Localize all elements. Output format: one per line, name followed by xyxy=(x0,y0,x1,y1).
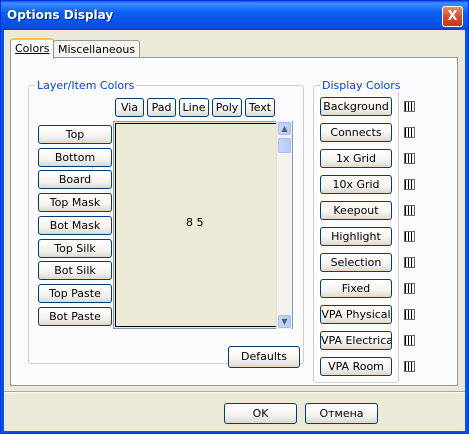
tab-miscellaneous-label: Miscellaneous xyxy=(58,43,136,56)
display-button-vpa-room[interactable]: VPA Room xyxy=(320,357,392,376)
keepout-color-swatch[interactable] xyxy=(404,205,415,216)
layer-item-colors-group: Layer/Item Colors Via Pad Line Poly Text… xyxy=(28,79,304,364)
layer-item-colors-legend: Layer/Item Colors xyxy=(35,79,137,92)
colors-tab-panel: Layer/Item Colors Via Pad Line Poly Text… xyxy=(10,57,458,386)
line-header-button[interactable]: Line xyxy=(179,98,209,117)
layer-button-bot-silk[interactable]: Bot Silk xyxy=(38,261,112,280)
ok-button[interactable]: OK xyxy=(224,403,297,424)
display-button-highlight[interactable]: Highlight xyxy=(320,227,392,246)
fixed-color-swatch[interactable] xyxy=(404,283,415,294)
display-colors-legend: Display Colors xyxy=(320,79,403,92)
layer-button-top-silk[interactable]: Top Silk xyxy=(38,239,112,258)
display-button-vpa-electrical[interactable]: VPA Electrical xyxy=(320,331,392,350)
tab-colors-label: Colors xyxy=(15,42,50,55)
selection-color-swatch[interactable] xyxy=(404,257,415,268)
layer-button-bot-mask[interactable]: Bot Mask xyxy=(38,216,112,235)
defaults-button[interactable]: Defaults xyxy=(228,346,300,368)
display-button-vpa-physical[interactable]: VPA Physical xyxy=(320,305,392,324)
display-button-background[interactable]: Background xyxy=(320,97,392,116)
vpa-room-color-swatch[interactable] xyxy=(404,361,415,372)
title-bar[interactable]: Options Display X xyxy=(1,1,468,30)
window-title: Options Display xyxy=(7,8,114,22)
display-button-connects[interactable]: Connects xyxy=(320,123,392,142)
connects-color-swatch[interactable] xyxy=(404,127,415,138)
tab-miscellaneous[interactable]: Miscellaneous xyxy=(53,40,141,58)
display-button-10x-grid[interactable]: 10x Grid xyxy=(320,175,392,194)
display-button-fixed[interactable]: Fixed xyxy=(320,279,392,298)
cancel-button[interactable]: Отмена xyxy=(305,403,378,424)
color-grid-area[interactable]: 8 5 xyxy=(113,121,293,329)
dialog-separator xyxy=(4,391,465,393)
tab-colors[interactable]: Colors xyxy=(10,38,55,59)
color-grid-scrollbar[interactable]: ▲ ▼ xyxy=(276,121,292,329)
scroll-thumb[interactable] xyxy=(278,138,291,153)
close-button[interactable]: X xyxy=(442,6,463,27)
via-header-button[interactable]: Via xyxy=(115,98,144,117)
vpa-electrical-color-swatch[interactable] xyxy=(404,335,415,346)
pad-header-button[interactable]: Pad xyxy=(147,98,176,117)
layer-button-top-mask[interactable]: Top Mask xyxy=(38,193,112,212)
layer-button-top-paste[interactable]: Top Paste xyxy=(38,284,112,303)
display-button-keepout[interactable]: Keepout xyxy=(320,201,392,220)
display-button-selection[interactable]: Selection xyxy=(320,253,392,272)
color-grid-label: 8 5 xyxy=(186,216,204,229)
layer-button-top[interactable]: Top xyxy=(38,125,112,144)
display-button-1x-grid[interactable]: 1x Grid xyxy=(320,149,392,168)
layer-button-board[interactable]: Board xyxy=(38,170,112,189)
background-color-swatch[interactable] xyxy=(404,101,415,112)
1x-grid-color-swatch[interactable] xyxy=(404,153,415,164)
scroll-up-arrow-icon[interactable]: ▲ xyxy=(278,122,291,135)
text-header-button[interactable]: Text xyxy=(245,98,275,117)
layer-button-bot-paste[interactable]: Bot Paste xyxy=(38,307,112,326)
scroll-down-arrow-icon[interactable]: ▼ xyxy=(278,315,291,328)
10x-grid-color-swatch[interactable] xyxy=(404,179,415,190)
dialog-client: Colors Miscellaneous Layer/Item Colors V… xyxy=(4,30,465,431)
display-colors-group: Display Colors Background Connects 1x Gr… xyxy=(313,79,415,383)
vpa-physical-color-swatch[interactable] xyxy=(404,309,415,320)
layer-button-bottom[interactable]: Bottom xyxy=(38,148,112,167)
highlight-color-swatch[interactable] xyxy=(404,231,415,242)
options-display-window: Options Display X Colors Miscellaneous L… xyxy=(0,0,469,434)
poly-header-button[interactable]: Poly xyxy=(212,98,242,117)
